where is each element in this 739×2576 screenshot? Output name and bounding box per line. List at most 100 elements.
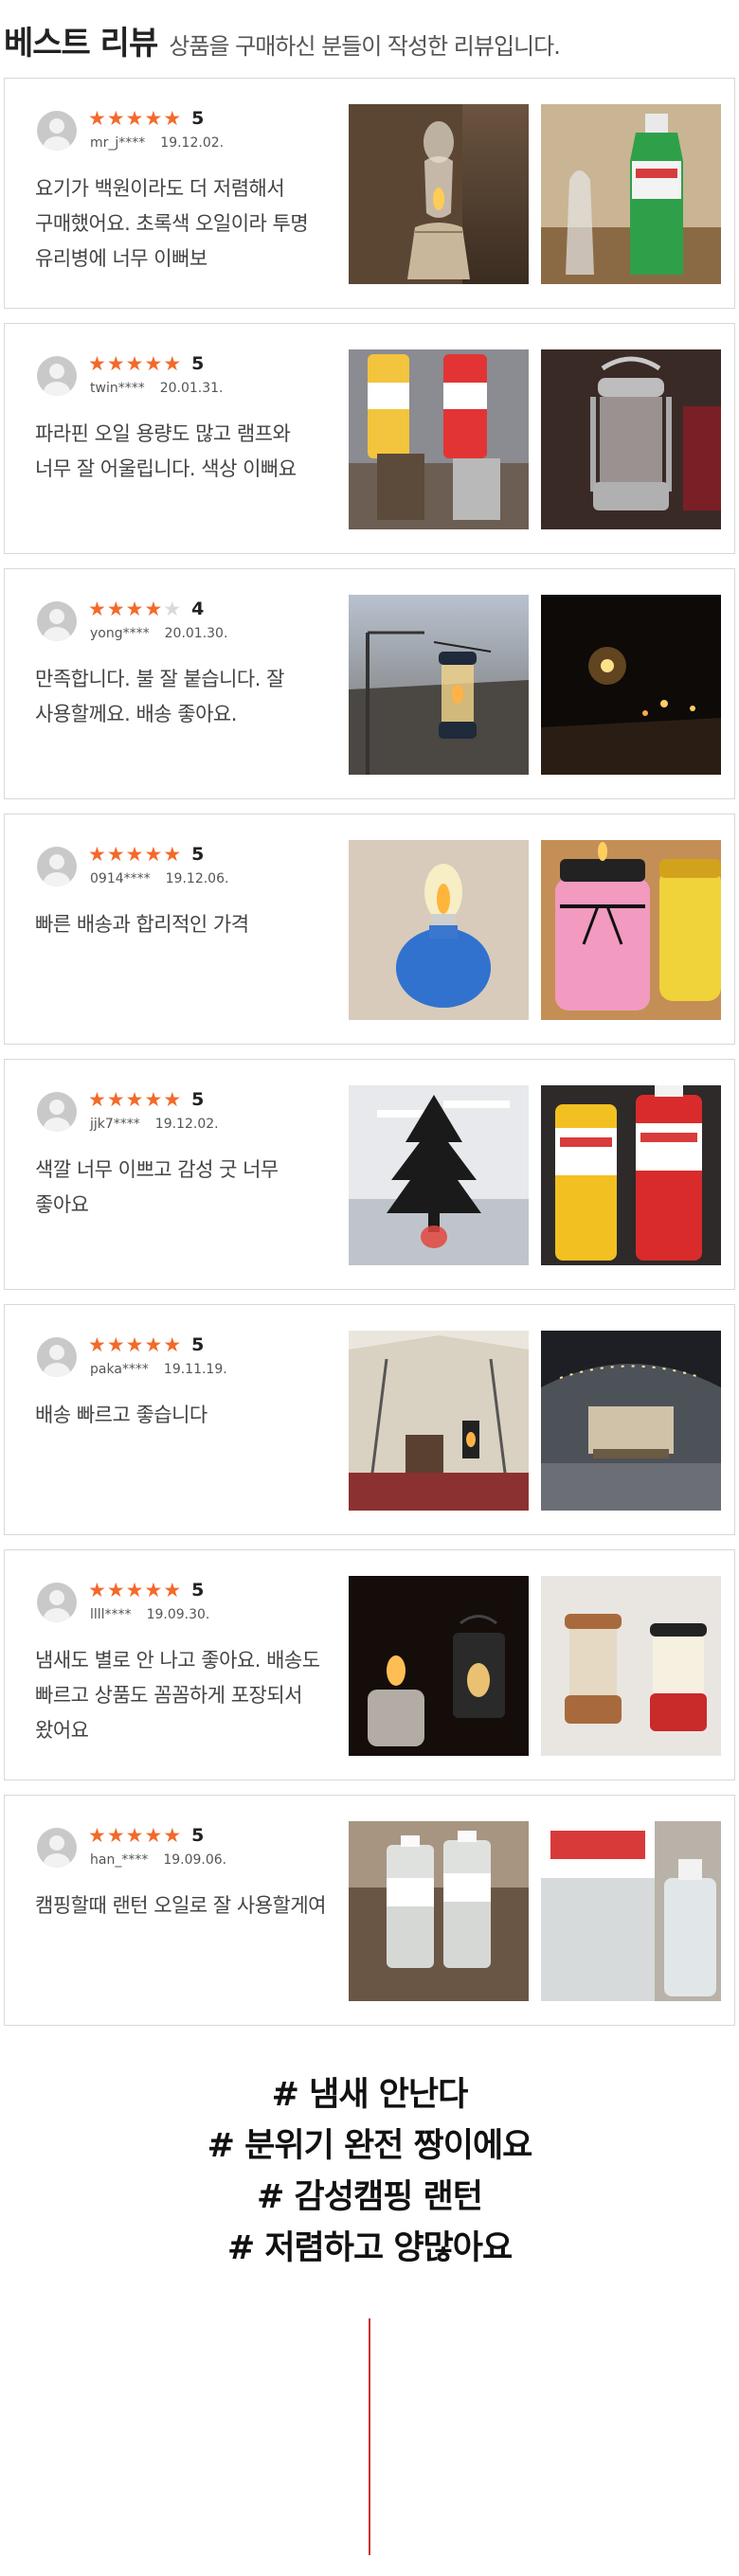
review-text: 배송 빠르고 좋습니다 — [35, 1404, 207, 1426]
star-rating: ★ ★ ★ ★ ★ 5 — [88, 843, 204, 866]
review-date: 19.12.02. — [154, 1117, 219, 1132]
reviewer-id: mr_j**** — [90, 135, 146, 151]
star-icon: ★ — [106, 843, 125, 866]
review-text: 캠핑할때 랜턴 오일로 잘 사용할게여 — [35, 1894, 327, 1917]
avatar-icon — [37, 847, 77, 886]
review-meta: 0914**** 19.12.06. — [90, 871, 228, 886]
star-icon: ★ — [163, 1579, 182, 1601]
red-yellow-oil-bottles-photo[interactable] — [541, 1085, 721, 1265]
reviewer-id: paka**** — [90, 1362, 149, 1377]
green-oil-bottle-photo[interactable] — [541, 104, 721, 284]
star-icon: ★ — [163, 843, 182, 866]
review-card[interactable]: ★ ★ ★ ★ ★ 5 twin**** 20.01.31. 파라핀 오일 용량도 많고 램프와… — [4, 323, 735, 554]
star-rating: ★ ★ ★ ★ ★ 4 — [88, 598, 204, 620]
hashtag: # 분위기 완전 짱이에요 — [207, 2127, 533, 2165]
review-card[interactable]: ★ ★ ★ ★ ★ 5 jjk7**** 19.12.02. 색깔 너무 이쁘고 감성 굿 너무… — [4, 1059, 735, 1290]
paraffin-label-bottle-photo[interactable] — [541, 1821, 721, 2001]
avatar-icon — [37, 601, 77, 641]
avatar-icon — [37, 356, 77, 396]
review-text: 색깔 너무 이쁘고 감성 굿 너무 좋아요 — [35, 1158, 279, 1216]
review-card[interactable]: ★ ★ ★ ★ ★ 5 0914**** 19.12.06. 빠른 배송과 합리적인 가격 — [4, 814, 735, 1045]
star-icon: ★ — [88, 1088, 106, 1111]
avatar-icon — [37, 1092, 77, 1132]
avatar-icon — [37, 111, 77, 151]
hashtag-list: # 냄새 안난다 # 분위기 완전 짱이에요 # 감성캠핑 랜턴 # 저렴하고 … — [0, 2069, 739, 2274]
tree-lamp-photo[interactable] — [349, 1085, 529, 1265]
star-rating: ★ ★ ★ ★ ★ 5 — [88, 1579, 204, 1601]
review-meta: mr_j**** 19.12.02. — [90, 135, 224, 151]
star-icon: ★ — [125, 1579, 144, 1601]
rating-value: 5 — [191, 353, 205, 374]
star-icon: ★ — [144, 1579, 163, 1601]
star-icon: ★ — [106, 1824, 125, 1847]
review-date: 19.11.19. — [163, 1362, 227, 1377]
hashtag: # 저렴하고 양많아요 — [226, 2229, 513, 2267]
silver-lantern-photo[interactable] — [541, 349, 721, 529]
review-text: 만족합니다. 불 잘 붙습니다. 잘 사용할께요. 배송 좋아요. — [35, 668, 284, 725]
review-date: 20.01.30. — [164, 626, 228, 641]
hashtag: # 감성캠핑 랜턴 — [257, 2178, 483, 2216]
rating-value: 5 — [191, 1334, 205, 1355]
review-text: 요기가 백원이라도 더 저렴해서 구매했어요. 초록색 오일이라 투명 유리병에… — [35, 177, 309, 270]
star-icon: ★ — [144, 352, 163, 375]
avatar-icon — [37, 1583, 77, 1622]
reviews-header: 베스트 리뷰 상품을 구매하신 분들이 작성한 리뷰입니다. — [0, 17, 739, 66]
star-icon: ★ — [106, 1333, 125, 1356]
star-icon: ★ — [88, 1824, 106, 1847]
review-date: 19.09.30. — [146, 1607, 210, 1622]
star-rating: ★ ★ ★ ★ ★ 5 — [88, 107, 204, 130]
star-icon: ★ — [88, 1333, 106, 1356]
review-date: 19.12.06. — [165, 871, 229, 886]
star-icon: ★ — [88, 843, 106, 866]
blue-oil-lamp-photo[interactable] — [349, 840, 529, 1020]
star-icon: ★ — [125, 1333, 144, 1356]
hanging-lantern-photo[interactable] — [349, 595, 529, 775]
star-rating: ★ ★ ★ ★ ★ 5 — [88, 1088, 204, 1111]
oil-lamp-photo[interactable] — [349, 104, 529, 284]
star-icon: ★ — [144, 843, 163, 866]
star-rating: ★ ★ ★ ★ ★ 5 — [88, 352, 204, 375]
review-date: 19.12.02. — [160, 135, 225, 151]
review-card[interactable]: ★ ★ ★ ★ ★ 4 yong**** 20.01.30. 만족합니다. 불 잘 붙습니다. … — [4, 568, 735, 799]
star-icon: ★ — [163, 107, 182, 130]
rating-value: 5 — [191, 1825, 205, 1846]
review-card[interactable]: ★ ★ ★ ★ ★ 5 llll**** 19.09.30. 냄새도 별로 안 나고 좋아요. … — [4, 1549, 735, 1780]
star-icon: ★ — [106, 598, 125, 620]
review-meta: llll**** 19.09.30. — [90, 1607, 209, 1622]
night-campsite-photo[interactable] — [541, 595, 721, 775]
review-date: 19.09.06. — [163, 1852, 227, 1868]
star-icon: ★ — [125, 843, 144, 866]
star-icon: ★ — [144, 1088, 163, 1111]
tent-interior-photo[interactable] — [349, 1331, 529, 1511]
star-icon: ★ — [88, 107, 106, 130]
review-card[interactable]: ★ ★ ★ ★ ★ 5 han_**** 19.09.06. 캠핑할때 랜턴 오일로 잘 사용할… — [4, 1795, 735, 2026]
avatar-icon — [37, 1337, 77, 1377]
star-icon: ★ — [125, 1824, 144, 1847]
car-camping-photo[interactable] — [541, 1331, 721, 1511]
lit-lanterns-photo[interactable] — [349, 1576, 529, 1756]
rating-value: 5 — [191, 844, 205, 865]
review-card[interactable]: ★ ★ ★ ★ ★ 5 paka**** 19.11.19. 배송 빠르고 좋습니다 — [4, 1304, 735, 1535]
star-icon: ★ — [144, 598, 163, 620]
star-icon: ★ — [106, 1579, 125, 1601]
review-meta: twin**** 20.01.31. — [90, 381, 224, 396]
pink-jar-lamp-photo[interactable] — [541, 840, 721, 1020]
paraffin-bottles-photo[interactable] — [349, 349, 529, 529]
copper-lanterns-photo[interactable] — [541, 1576, 721, 1756]
review-card[interactable]: ★ ★ ★ ★ ★ 5 mr_j**** 19.12.02. 요기가 백원이라도 더 저렴해서 … — [4, 78, 735, 309]
star-icon: ★ — [144, 1824, 163, 1847]
star-icon: ★ — [106, 352, 125, 375]
page-title: 베스트 리뷰 — [4, 25, 158, 63]
hashtag: # 냄새 안난다 — [271, 2076, 469, 2114]
review-list: ★ ★ ★ ★ ★ 5 mr_j**** 19.12.02. 요기가 백원이라도 더 저렴해서 … — [4, 78, 735, 2040]
star-rating: ★ ★ ★ ★ ★ 5 — [88, 1333, 204, 1356]
review-date: 20.01.31. — [159, 381, 224, 396]
star-icon: ★ — [163, 598, 182, 620]
star-icon: ★ — [125, 107, 144, 130]
clear-oil-bottles-photo[interactable] — [349, 1821, 529, 2001]
rating-value: 5 — [191, 108, 205, 129]
star-icon: ★ — [163, 1088, 182, 1111]
star-icon: ★ — [125, 352, 144, 375]
star-icon: ★ — [88, 598, 106, 620]
review-meta: han_**** 19.09.06. — [90, 1852, 226, 1868]
